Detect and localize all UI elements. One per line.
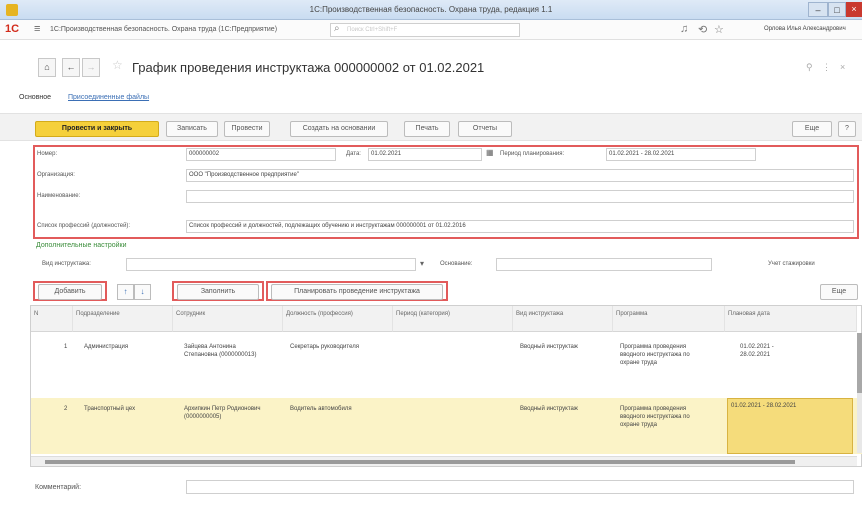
row-instruction-type: Вводный инструктаж bbox=[520, 344, 578, 350]
vertical-scrollbar[interactable] bbox=[857, 333, 862, 453]
form-header: ⌂ ← → ☆ График проведения инструктажа 00… bbox=[0, 40, 862, 77]
document-title: График проведения инструктажа 000000002 … bbox=[132, 60, 485, 75]
table-more-button[interactable]: Еще bbox=[820, 284, 858, 300]
organization-field[interactable]: ООО "Производственное предприятие" bbox=[186, 169, 854, 182]
move-up-icon[interactable]: ↑ bbox=[117, 284, 134, 300]
row-planned-date: 01.02.2021 - 28.02.2021 bbox=[740, 344, 774, 358]
maximize-button[interactable]: □ bbox=[828, 2, 846, 17]
history-icon[interactable]: ⟲ bbox=[698, 23, 707, 36]
row-planned-date-active[interactable]: 01.02.2021 - 28.02.2021 bbox=[727, 398, 853, 454]
number-label: Номер: bbox=[37, 151, 58, 157]
row-division: Транспортный цех bbox=[84, 406, 136, 412]
row-period bbox=[401, 402, 407, 408]
row-number: 1 bbox=[64, 344, 68, 350]
search-placeholder: Поиск Ctrl+Shift+F bbox=[347, 27, 398, 33]
date-label: Дата: bbox=[346, 151, 361, 157]
scroll-thumb[interactable] bbox=[857, 333, 862, 393]
row-period bbox=[401, 340, 407, 346]
number-field[interactable]: 000000002 bbox=[186, 148, 336, 161]
favorites-icon[interactable]: ☆ bbox=[714, 23, 724, 36]
column-division[interactable]: Подразделение bbox=[73, 306, 173, 332]
profession-list-field[interactable]: Список профессий и должностей, подлежащи… bbox=[186, 220, 854, 233]
organization-label: Организация: bbox=[37, 172, 75, 178]
favorite-star-icon[interactable]: ☆ bbox=[112, 58, 123, 72]
column-program[interactable]: Программа bbox=[613, 306, 725, 332]
command-bar: Провести и закрыть Записать Провести Соз… bbox=[0, 113, 862, 141]
forward-button[interactable]: → bbox=[82, 58, 100, 77]
row-position: Водитель автомобиля bbox=[290, 406, 352, 412]
basis-field[interactable] bbox=[496, 258, 712, 271]
instruction-type-label: Вид инструктажа: bbox=[42, 261, 91, 267]
user-name[interactable]: Орлова Илья Александрович bbox=[764, 26, 846, 32]
app-title: 1С:Производственная безопасность. Охрана… bbox=[50, 26, 278, 33]
minimize-button[interactable]: ‒ bbox=[808, 2, 828, 17]
date-field[interactable]: 01.02.2021 bbox=[368, 148, 482, 161]
menu-icon[interactable]: ≡ bbox=[34, 23, 40, 35]
window-titlebar: 1С:Производственная безопасность. Охрана… bbox=[0, 0, 862, 20]
back-button[interactable]: ← bbox=[62, 58, 80, 77]
instruction-type-field[interactable] bbox=[126, 258, 416, 271]
app-bar: 1С ≡ 1С:Производственная безопасность. О… bbox=[0, 20, 862, 40]
instruction-table: N Подразделение Сотрудник Должность (про… bbox=[30, 305, 862, 467]
comment-field[interactable] bbox=[186, 480, 854, 494]
table-row[interactable]: 1 Администрация Зайцева Антонина Степано… bbox=[31, 336, 862, 392]
fill-button[interactable]: Заполнить bbox=[177, 284, 259, 300]
row-position: Секретарь руководителя bbox=[290, 344, 359, 350]
save-button[interactable]: Записать bbox=[166, 121, 218, 137]
column-period[interactable]: Период (категория) bbox=[393, 306, 513, 332]
form-section-links: Основное Присоединенные файлы bbox=[0, 90, 862, 110]
additional-settings-section[interactable]: Дополнительные настройки bbox=[36, 242, 127, 249]
period-field[interactable]: 01.02.2021 - 28.02.2021 bbox=[606, 148, 756, 161]
add-row-button[interactable]: Добавить bbox=[38, 284, 102, 300]
window-title: 1С:Производственная безопасность. Охрана… bbox=[309, 5, 553, 14]
help-button[interactable]: ? bbox=[838, 121, 856, 137]
post-and-close-button[interactable]: Провести и закрыть bbox=[35, 121, 159, 137]
print-button[interactable]: Печать bbox=[404, 121, 450, 137]
home-button[interactable]: ⌂ bbox=[38, 58, 56, 77]
scroll-thumb[interactable] bbox=[45, 460, 795, 464]
column-position[interactable]: Должность (профессия) bbox=[283, 306, 393, 332]
account-label: Учет стажировки bbox=[768, 261, 815, 267]
1c-logo: 1С bbox=[5, 23, 20, 35]
reports-button[interactable]: Отчеты bbox=[458, 121, 512, 137]
row-employee: Зайцева Антонина Степановна (0000000013) bbox=[184, 344, 257, 358]
profession-list-label: Список профессий (должностей): bbox=[37, 223, 131, 229]
section-main-link[interactable]: Основное bbox=[19, 94, 51, 101]
unit-field[interactable] bbox=[186, 190, 854, 203]
plan-instruction-button[interactable]: Планировать проведение инструктажа bbox=[271, 284, 443, 300]
row-instruction-type: Вводный инструктаж bbox=[520, 406, 578, 412]
row-division: Администрация bbox=[84, 344, 129, 350]
comment-label: Комментарий: bbox=[35, 484, 82, 491]
column-number[interactable]: N bbox=[31, 306, 73, 332]
unit-label: Наименование: bbox=[37, 193, 81, 199]
row-employee: Архипкин Петр Родионович (0000000005) bbox=[184, 406, 261, 420]
link-icon[interactable]: ⚲ bbox=[806, 62, 813, 73]
global-search[interactable]: ⌕ Поиск Ctrl+Shift+F bbox=[330, 23, 520, 37]
create-based-on-button[interactable]: Создать на основании bbox=[290, 121, 388, 137]
more-actions-button[interactable]: Еще bbox=[792, 121, 832, 137]
basis-label: Основание: bbox=[440, 261, 473, 267]
row-program: Программа проведения вводного инструктаж… bbox=[620, 406, 690, 428]
column-instruction-type[interactable]: Вид инструктажа bbox=[513, 306, 613, 332]
horizontal-scrollbar[interactable] bbox=[31, 456, 857, 466]
move-down-icon[interactable]: ↓ bbox=[134, 284, 151, 300]
dropdown-icon[interactable]: ▾ bbox=[420, 259, 424, 268]
calendar-icon[interactable]: ▦ bbox=[486, 148, 494, 157]
column-employee[interactable]: Сотрудник bbox=[173, 306, 283, 332]
more-icon[interactable]: ⋮ bbox=[822, 62, 831, 73]
attached-files-link[interactable]: Присоединенные файлы bbox=[68, 94, 149, 101]
search-icon: ⌕ bbox=[334, 23, 340, 34]
row-program: Программа проведения вводного инструктаж… bbox=[620, 344, 690, 366]
close-button[interactable]: × bbox=[846, 2, 862, 17]
column-planned-date[interactable]: Плановая дата bbox=[725, 306, 857, 332]
notification-icon[interactable]: ♫ bbox=[680, 23, 688, 35]
table-row-selected[interactable]: 2 Транспортный цех Архипкин Петр Родионо… bbox=[31, 398, 862, 454]
row-number: 2 bbox=[64, 406, 68, 412]
post-button[interactable]: Провести bbox=[224, 121, 270, 137]
period-label: Период планирования: bbox=[500, 151, 565, 157]
close-form-icon[interactable]: × bbox=[840, 62, 845, 72]
table-toolbar: Добавить ↑ ↓ Заполнить Планировать прове… bbox=[0, 280, 862, 302]
